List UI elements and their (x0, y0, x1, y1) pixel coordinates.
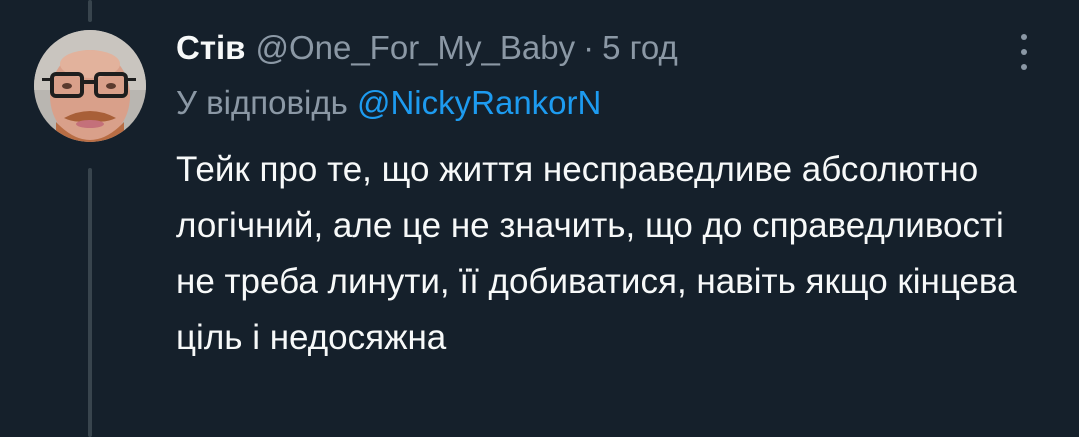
more-options-button[interactable] (1011, 30, 1039, 74)
reply-context: У відповідь @NickyRankorN (176, 78, 1019, 128)
tweet-header: Стів @One_For_My_Baby · 5 год (176, 24, 1019, 72)
avatar[interactable] (34, 30, 146, 142)
separator-dot: · (583, 29, 595, 66)
display-name[interactable]: Стів (176, 24, 245, 72)
thread-line-bottom (88, 168, 92, 437)
thread-line-top (88, 0, 92, 22)
avatar-photo (34, 30, 146, 142)
reply-mention-link[interactable]: @NickyRankorN (357, 84, 601, 121)
timestamp[interactable]: 5 год (602, 24, 678, 72)
reply-prefix: У відповідь (176, 84, 348, 121)
user-handle[interactable]: @One_For_My_Baby (255, 24, 575, 72)
tweet-text: Тейк про те, що життя несправедливе абсо… (176, 150, 1017, 357)
tweet-content: Стів @One_For_My_Baby · 5 год У відповід… (176, 24, 1019, 366)
